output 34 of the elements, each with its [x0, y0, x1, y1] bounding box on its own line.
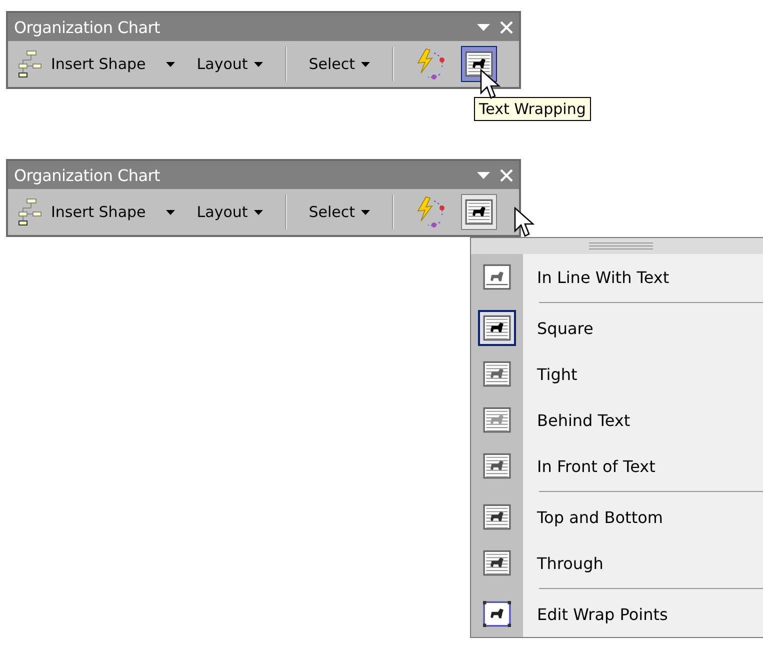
text-wrapping-button[interactable] [461, 46, 498, 82]
text-wrapping-button[interactable] [461, 194, 498, 230]
caret-icon [254, 62, 263, 66]
wrap-icon [465, 199, 494, 225]
gripper-icon[interactable] [589, 242, 653, 250]
mouse-pointer-icon [514, 207, 536, 239]
wrap-icon [483, 550, 511, 576]
wrap-icon [483, 361, 511, 387]
wrap-icon [483, 453, 511, 479]
toolbar-title: Organization Chart [14, 166, 160, 184]
dropdown-button[interactable]: Select [304, 194, 376, 230]
wrap-icon [483, 264, 511, 290]
caret-icon [254, 210, 263, 214]
dropdown-arrow-icon[interactable] [477, 24, 490, 30]
insert-shape-button[interactable]: Insert Shape [12, 194, 180, 230]
toolbar-title: Organization Chart [14, 18, 160, 36]
dropdown-button[interactable]: Layout [192, 46, 268, 82]
caret-icon [166, 62, 175, 66]
wrap-icon [483, 315, 511, 341]
tooltip: Text Wrapping [474, 97, 591, 121]
wrap-icon [483, 407, 511, 433]
wrap-icon [483, 601, 511, 627]
close-icon[interactable] [500, 20, 513, 34]
wrap-icon [483, 504, 511, 530]
caret-icon [166, 210, 175, 214]
wrap-icon [465, 51, 494, 77]
caret-icon [361, 210, 370, 214]
dropdown-arrow-icon[interactable] [477, 172, 490, 178]
insert-shape-button[interactable]: Insert Shape [12, 46, 180, 82]
mouse-pointer-icon [480, 69, 502, 101]
close-icon[interactable] [500, 168, 513, 182]
dropdown-button[interactable]: Select [304, 46, 376, 82]
caret-icon [361, 62, 370, 66]
dropdown-button[interactable]: Layout [192, 194, 268, 230]
